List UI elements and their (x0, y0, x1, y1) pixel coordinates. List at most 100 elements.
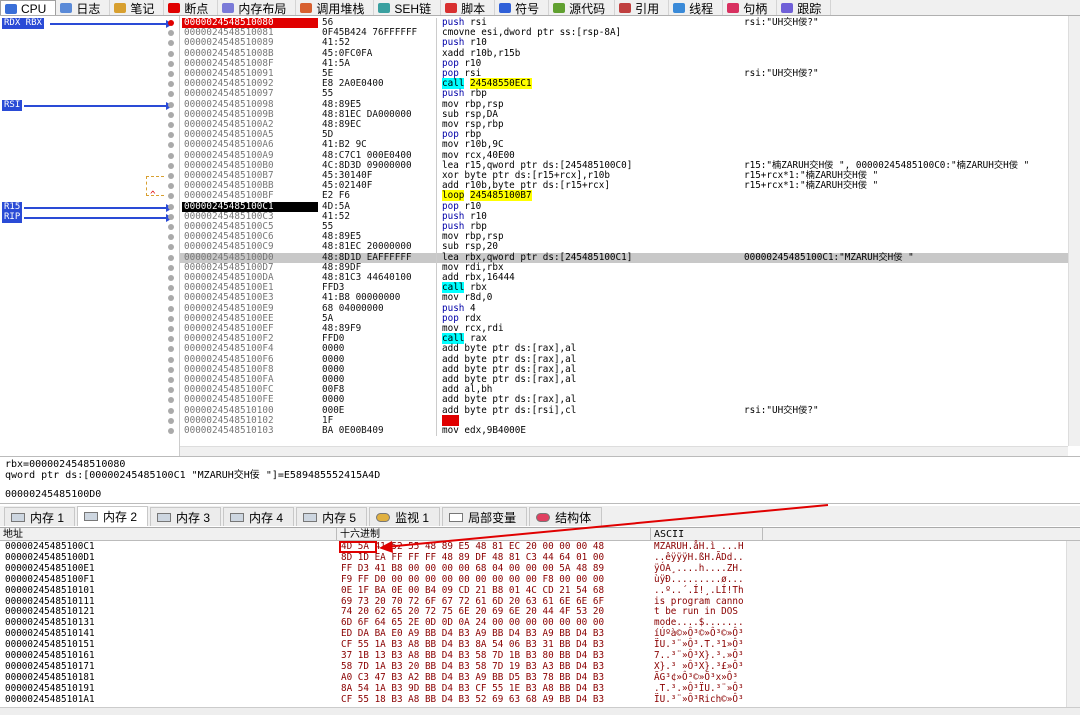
disasm-row[interactable]: 00000245485100E3 41:B8 00000000 mov r8d,0 (168, 293, 1068, 304)
breakpoint-dot[interactable] (168, 264, 174, 271)
dump-header-address[interactable]: 地址 (0, 528, 337, 541)
disasm-row[interactable]: 000002454851008F 41:5A pop r10 (168, 58, 1068, 69)
disasm-row[interactable]: 0000024548510100 000E add byte ptr ds:[rsi… (168, 404, 1068, 416)
tab-log[interactable]: 日志 (56, 0, 111, 15)
breakpoint-dot[interactable] (168, 275, 174, 281)
disassembly-view[interactable]: 0000024548510080 56 push rsi rsi:"UH交H佞?" 00… (150, 16, 1068, 446)
disasm-row[interactable]: 00000245485100D7 48:89DF mov rdi,rbx (168, 262, 1068, 273)
dump-vertical-scrollbar[interactable] (1066, 541, 1080, 708)
tab-trace[interactable]: 跟踪 (777, 0, 832, 15)
dump-tab-5[interactable]: 内存 5 (296, 507, 368, 526)
disasm-row[interactable]: 00000245485100E9 68 04000000 push 4 (168, 303, 1068, 314)
breakpoint-dot[interactable] (168, 111, 174, 118)
disasm-row[interactable]: 00000245485100C5 55 push rbp (168, 221, 1068, 233)
disasm-row[interactable]: 00000245485100EF 48:89F9 mov rcx,rdi (168, 323, 1068, 335)
breakpoint-dot[interactable] (168, 356, 174, 363)
disasm-row[interactable]: 00000245485100C6 48:89E5 mov rbp,rsp (168, 231, 1068, 243)
disasm-row[interactable]: 0000024548510089 41:52 push r10 (168, 38, 1068, 49)
disassembly-vertical-scrollbar[interactable] (1068, 16, 1080, 446)
breakpoint-dot[interactable] (168, 20, 174, 26)
breakpoint-dot[interactable] (168, 203, 174, 210)
breakpoint-dot[interactable] (168, 366, 174, 373)
breakpoint-dot[interactable] (168, 417, 174, 424)
breakpoint-dot[interactable] (168, 60, 174, 67)
disassembly-horizontal-scrollbar[interactable] (180, 446, 1068, 456)
disasm-row[interactable]: 00000245485100F4 0000 add byte ptr ds:[rax… (168, 344, 1068, 355)
disasm-row[interactable]: 0000024548510092 E8 2A0E0400 call 24548550… (168, 78, 1068, 90)
disasm-row[interactable]: 0000024548510098 48:89E5 mov rbp,rsp (168, 99, 1068, 110)
breakpoint-dot[interactable] (168, 254, 174, 261)
disasm-row[interactable]: 0000024548510103 BA 0E00B409 mov edx,9B400… (168, 425, 1068, 437)
dump-tab-1[interactable]: 内存 1 (4, 507, 76, 526)
breakpoint-dot[interactable] (168, 162, 174, 169)
disasm-row[interactable]: 00000245485100D0 48:8D1D EAFFFFFF lea rbx,… (168, 252, 1068, 263)
disasm-row[interactable]: 000002454851009B 48:81EC DA000000 sub rsp,… (168, 109, 1068, 120)
register-arrow (24, 206, 166, 209)
disasm-row[interactable]: 0000024548510102 1F??? (168, 414, 1068, 426)
disasm-row[interactable]: 00000245485100C1 4D:5A pop r10 (168, 201, 1068, 212)
dump-tab-3[interactable]: 内存 3 (150, 507, 222, 526)
breakpoint-dot[interactable] (168, 315, 174, 322)
dump-tab-6[interactable]: 监视 1 (369, 507, 441, 526)
disasm-row[interactable]: 0000024548510097 55 push rbp (168, 89, 1068, 100)
disasm-row[interactable]: 00000245485100BF E2 F6 loop 245485100B7 ^ (150, 190, 1068, 202)
dump-row[interactable]: 0000024548510191 8A 54 1A B3 9D BB D4 B3 … (0, 683, 1066, 695)
disasm-row[interactable]: 00000245485100F6 0000 add byte ptr ds:[rax… (168, 354, 1068, 365)
dump-tab-7[interactable]: 局部变量 (442, 507, 528, 526)
tab-call-stack[interactable]: 调用堆栈 (296, 0, 375, 15)
breakpoint-dot[interactable] (168, 71, 174, 77)
disasm-row[interactable]: 0000024548510080 56 push rsi rsi:"UH交H佞?" (168, 17, 1068, 29)
disasm-row[interactable]: 0000024548510091 5E pop rsi rsi:"UH交H佞?" (168, 68, 1068, 80)
disasm-row[interactable]: 00000245485100A5 5D pop rbp (168, 129, 1068, 141)
dump-row[interactable]: 00000245485101A1 CF 55 18 B3 A8 BB D4 B3 … (0, 694, 1066, 706)
tab-handles[interactable]: 句柄 (723, 0, 778, 15)
breakpoint-dot[interactable] (168, 50, 174, 57)
disasm-row[interactable]: 00000245485100A6 41:B2 9C mov r10b,9C (168, 140, 1068, 151)
disasm-row[interactable]: 00000245485100EE 5A pop rdx (168, 313, 1068, 324)
dump-tab-4[interactable]: 内存 4 (223, 507, 295, 526)
breakpoint-dot[interactable] (168, 428, 174, 434)
breakpoint-dot[interactable] (168, 152, 174, 159)
disasm-row[interactable]: 00000245485100E1 FFD3 call rbx (168, 282, 1068, 294)
column-divider (436, 38, 437, 49)
tab-notes[interactable]: 笔记 (110, 0, 165, 15)
tab-seh[interactable]: SEH链 (374, 0, 442, 15)
tab-symbols[interactable]: 符号 (495, 0, 550, 15)
disasm-row[interactable]: 00000245485100FA 0000 add byte ptr ds:[rax… (168, 374, 1068, 386)
dump-row[interactable]: 0000024548510101 0E 1F BA 0E 00 B4 09 CD … (0, 585, 1066, 597)
breakpoint-dot[interactable] (168, 326, 174, 332)
disasm-row[interactable]: 00000245485100DA 48:81C3 44640100 add rbx,… (168, 272, 1068, 284)
disasm-row[interactable]: 00000245485100F2 FFD0 call rax (168, 333, 1068, 345)
tab-cpu[interactable]: CPU (0, 0, 57, 15)
disasm-row[interactable]: 00000245485100A2 48:89EC mov rsp,rbp (168, 119, 1068, 131)
dump-tab-2[interactable]: 内存 2 (77, 506, 149, 526)
tab-memory-map[interactable]: 内存布局 (218, 0, 297, 15)
tab-breakpoint[interactable]: 断点 (164, 0, 219, 15)
breakpoint-dot[interactable] (168, 213, 174, 220)
dump-header-hex[interactable]: 十六进制 (337, 528, 651, 541)
disasm-row[interactable]: 00000245485100FC 00F8 add al,bh (168, 384, 1068, 396)
disasm-row[interactable]: 00000245485100FE 0000 add byte ptr ds:[rax… (168, 395, 1068, 406)
disasm-row[interactable]: 0000024548510081 0F45B424 76FFFFFF cmovne … (168, 27, 1068, 39)
tab-script[interactable]: 脚本 (441, 0, 496, 15)
disasm-operand: byte ptr ds:[rsi],cl (464, 404, 577, 416)
disasm-row[interactable]: 00000245485100F8 0000 add byte ptr ds:[rax… (168, 364, 1068, 375)
disasm-row[interactable]: 00000245485100B0 4C:8D3D 09000000 lea r15,… (168, 160, 1068, 171)
breakpoint-dot[interactable] (168, 224, 174, 230)
tab-references[interactable]: 引用 (615, 0, 670, 15)
disasm-row[interactable]: 00000245485100BB 45:02140F add r10b,byte p… (168, 180, 1068, 192)
breakpoint-dot[interactable] (168, 122, 174, 128)
disasm-row[interactable]: 00000245485100B7 45:30140F xor byte ptr ds… (168, 170, 1068, 182)
breakpoint-dot[interactable] (168, 173, 174, 179)
disasm-row[interactable]: 000002454851008B 45:0FC0FA xadd r10b,r15b (168, 48, 1068, 59)
dump-tab-8[interactable]: 结构体 (529, 507, 603, 526)
dump-row[interactable]: 00000245485100F1 F9 FF D0 00 00 00 00 00 … (0, 574, 1066, 586)
breakpoint-dot[interactable] (168, 377, 174, 383)
dump-header-ascii[interactable]: ASCII (651, 528, 763, 541)
tab-source[interactable]: 源代码 (549, 0, 616, 15)
disasm-row[interactable]: 00000245485100C3 41:52 push r10 (168, 211, 1068, 222)
breakpoint-dot[interactable] (168, 305, 174, 312)
tab-threads[interactable]: 线程 (669, 0, 724, 15)
breakpoint-dot[interactable] (168, 101, 174, 108)
breakpoint-dot[interactable] (168, 407, 174, 414)
